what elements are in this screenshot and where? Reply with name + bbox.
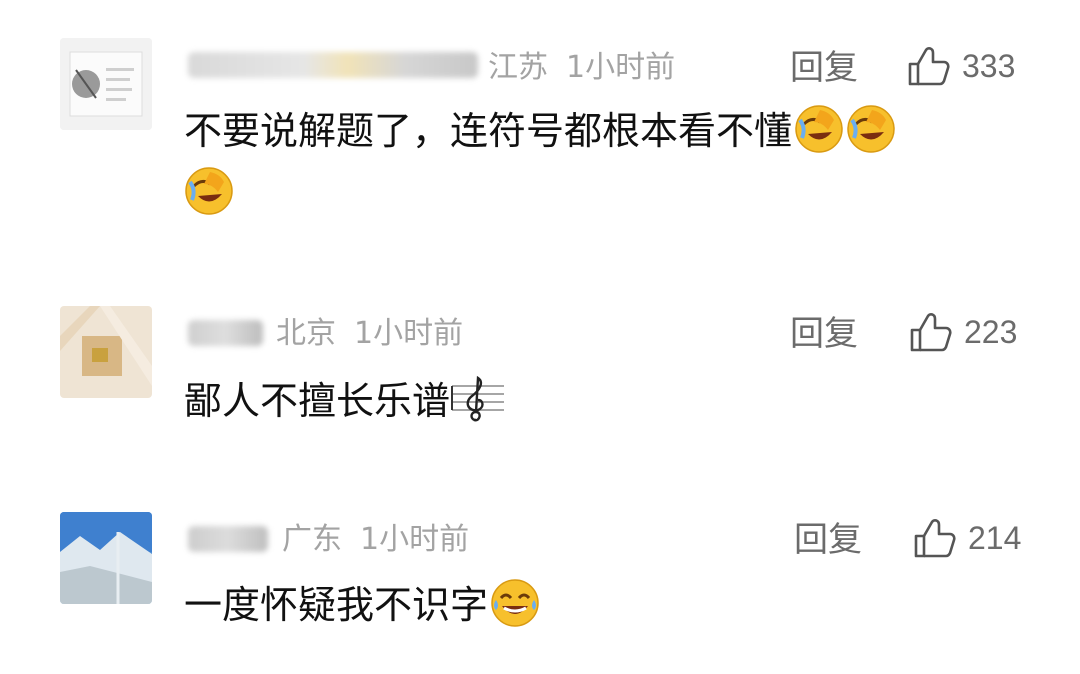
rolling-laugh-emoji [795,105,843,153]
comment-text-content: 鄙人不擅长乐谱 [184,379,451,423]
comment-meta: 广东 1小时前 [282,522,487,558]
comment-text-content: 不要说解题了，连符号都根本看不懂 [184,109,793,153]
thumbs-up-icon [914,519,956,558]
music-score-emoji [451,375,505,422]
comment-text: 不要说解题了，连符号都根本看不懂 [184,100,1004,224]
timestamp: 1小时前 [566,50,676,85]
comment-meta: 北京 1小时前 [276,316,481,352]
comment-text: 鄙人不擅长乐谱 [184,370,1004,432]
avatar[interactable] [60,306,152,398]
username-redacted[interactable] [188,320,263,346]
timestamp: 1小时前 [360,522,470,557]
like-count: 333 [962,47,1016,84]
location-label: 北京 [276,316,336,351]
location-label: 广东 [282,522,342,557]
timestamp: 1小时前 [354,316,464,351]
reply-button[interactable]: 回复 [794,520,862,560]
like-count: 223 [964,313,1018,350]
like-button[interactable]: 214 [912,516,1021,560]
like-count: 214 [968,519,1022,556]
username-redacted[interactable] [188,52,478,78]
comment-text-content: 一度怀疑我不识字 [184,583,489,627]
comment-text: 一度怀疑我不识字 [184,574,1004,636]
rolling-laugh-emoji [185,167,233,215]
like-button[interactable]: 333 [906,44,1015,88]
thumbs-up-icon [908,47,950,86]
avatar[interactable] [60,512,152,604]
thumbs-up-icon [910,313,952,352]
location-label: 江苏 [488,50,548,85]
tears-of-joy-emoji [491,579,539,627]
rolling-laugh-emoji [847,105,895,153]
reply-button[interactable]: 回复 [790,48,858,88]
reply-button[interactable]: 回复 [790,314,858,354]
avatar[interactable] [60,38,152,130]
like-button[interactable]: 223 [908,310,1017,354]
username-redacted[interactable] [188,526,268,552]
comment-meta: 江苏 1小时前 [488,50,693,86]
